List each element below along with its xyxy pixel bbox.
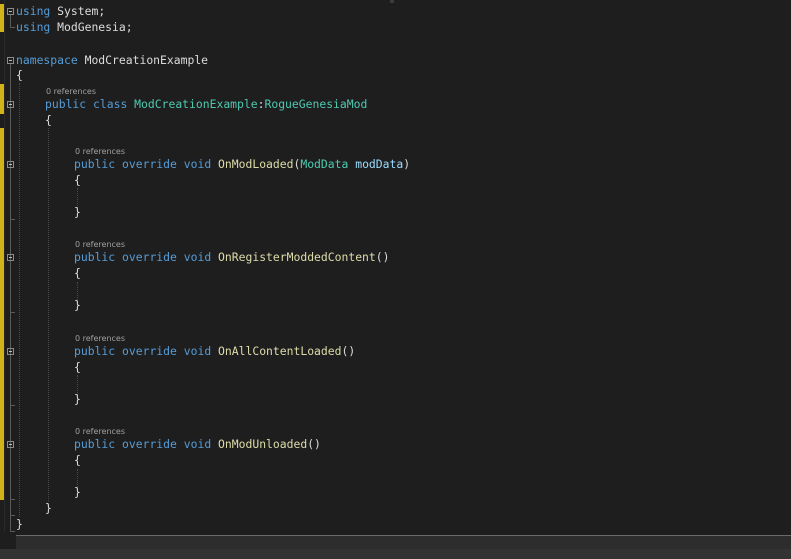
keyword: using [16,20,51,34]
code-line[interactable]: { [74,172,81,188]
brace: } [74,205,81,219]
fold-line [10,64,11,531]
paren: () [307,437,321,451]
keyword: class [93,97,128,111]
code-line[interactable]: { [74,452,81,468]
brace: } [16,517,23,531]
fold-line [10,15,11,27]
fold-line-end [10,515,15,516]
code-line[interactable]: public class ModCreationExample:RogueGen… [45,96,367,112]
code-line[interactable]: } [16,516,23,532]
fold-line-end [10,27,15,28]
code-line[interactable]: { [16,67,23,83]
keyword: override [122,437,177,451]
param-name: modData [355,157,404,171]
brace: { [45,113,52,127]
collapse-icon[interactable] [7,441,14,448]
param-type: ModData [300,157,349,171]
code-line[interactable]: using ModGenesia; [16,19,133,35]
keyword: public [45,97,87,111]
code-line[interactable]: public override void OnRegisterModdedCon… [74,249,390,265]
fold-line-end [10,219,15,220]
keyword: public [74,250,116,264]
keyword: override [122,344,177,358]
code-line[interactable]: } [45,500,52,516]
brace: } [74,392,81,406]
method-name: OnModLoaded [218,157,294,171]
status-strip [0,549,791,559]
fold-line-end [10,405,15,406]
keyword: override [122,157,177,171]
collapse-icon[interactable] [7,8,14,15]
brace: } [74,485,81,499]
code-line[interactable]: namespace ModCreationExample [16,52,208,68]
paren: ) [403,157,411,171]
keyword: void [183,250,212,264]
code-line[interactable]: } [74,484,81,500]
code-line[interactable]: public override void OnAllContentLoaded(… [74,343,355,359]
brace: { [74,173,81,187]
indent-guide [19,83,20,517]
brace: { [16,68,23,82]
keyword: public [74,344,116,358]
base-class-name: RogueGenesiaMod [264,97,368,111]
top-marker [390,0,394,3]
namespace-name: ModGenesia [57,20,126,34]
code-line[interactable]: } [74,297,81,313]
gutter-separator [4,0,5,532]
code-line[interactable]: using System; [16,3,105,19]
keyword: override [122,250,177,264]
method-name: OnRegisterModdedContent [218,250,376,264]
semicolon: ; [98,4,106,18]
code-editor[interactable]: using System; using ModGenesia; namespac… [0,0,791,559]
keyword: void [183,344,212,358]
semicolon: ; [125,20,133,34]
collapse-icon[interactable] [7,57,14,64]
fold-line-end [10,499,15,500]
keyword: using [16,4,51,18]
collapse-icon[interactable] [7,254,14,261]
collapse-icon[interactable] [7,101,14,108]
class-name: ModCreationExample [134,97,258,111]
keyword: public [74,437,116,451]
brace: { [74,360,81,374]
fold-line-end [10,312,15,313]
paren: () [341,344,356,358]
brace: { [74,453,81,467]
horizontal-scrollbar[interactable] [16,535,791,549]
indent-guide [48,128,49,501]
code-line[interactable]: { [74,265,81,281]
paren: () [375,250,390,264]
collapse-icon[interactable] [7,161,14,168]
method-name: OnAllContentLoaded [218,344,342,358]
code-line[interactable]: public override void OnModUnloaded() [74,436,321,452]
code-line[interactable]: { [74,359,81,375]
code-line[interactable]: } [74,391,81,407]
code-line[interactable]: { [45,112,52,128]
brace: { [74,266,81,280]
code-line[interactable]: public override void OnModLoaded(ModData… [74,156,410,172]
keyword: void [183,157,212,171]
brace: } [45,501,52,515]
namespace-name: ModCreationExample [84,53,209,67]
method-name: OnModUnloaded [218,437,308,451]
keyword: public [74,157,116,171]
collapse-icon[interactable] [7,348,14,355]
keyword: void [183,437,212,451]
brace: } [74,298,81,312]
keyword: namespace [16,53,78,67]
fold-line-end [10,531,15,532]
namespace-name: System [57,4,99,18]
code-line[interactable]: } [74,204,81,220]
